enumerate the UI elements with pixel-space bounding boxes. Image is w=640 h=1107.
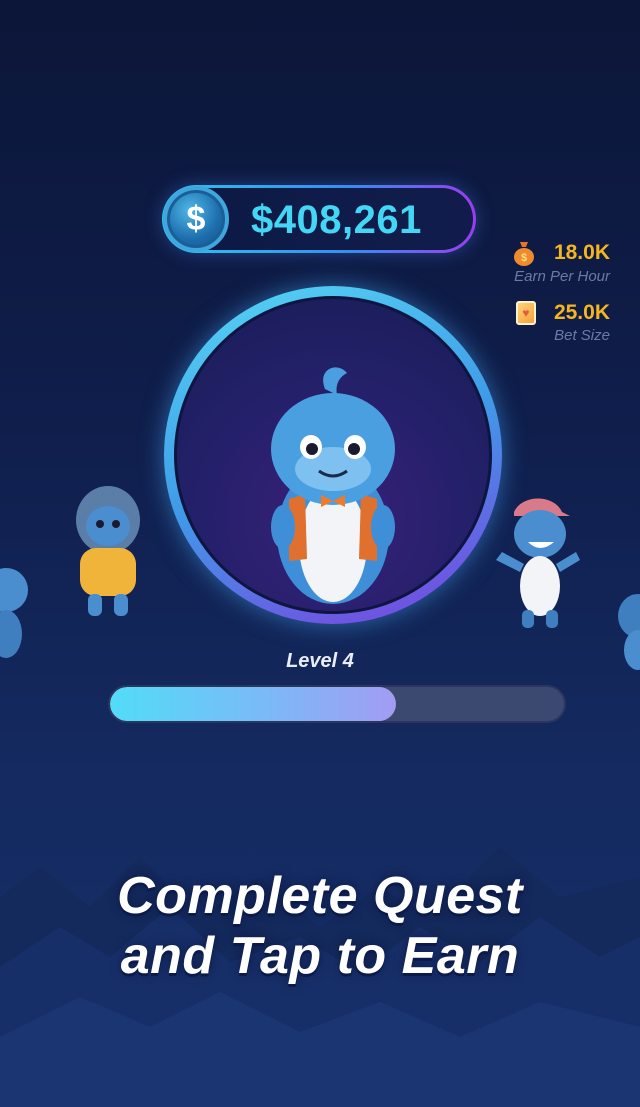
money-bag-icon: $ [512,240,536,266]
earn-per-hour-stat: $ 18.0K Earn Per Hour [460,240,610,285]
balance-amount: $408,261 [251,198,422,242]
playing-card-icon: ♥ [515,301,536,325]
earn-per-hour-label: Earn Per Hour [514,268,610,285]
hoodie-dolphin-character [76,486,140,616]
bet-size-value: 25.0K [553,301,610,324]
earn-per-hour-value: 18.0K [553,241,610,264]
svg-text:$: $ [521,252,527,264]
partial-dolphin-left [0,568,28,658]
level-progress-fill [110,687,397,721]
dollar-coin-icon: $ [163,186,229,252]
dolphin-mascot [271,367,395,604]
headline-line-1: Complete Quest [117,867,523,925]
level-label: Level 4 [286,650,354,672]
level-progress-bar [108,685,566,723]
tap-circle[interactable] [164,286,502,624]
cap-dolphin-character [496,498,580,628]
balance-display: $ $408,261 [162,185,476,253]
headline-line-2: and Tap to Earn [120,927,520,985]
